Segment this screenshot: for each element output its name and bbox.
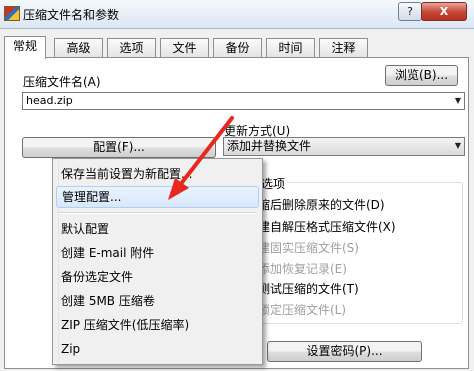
dropdown-arrow-icon: ▼: [454, 96, 461, 105]
archive-name-combo[interactable]: head.zip ▼: [22, 92, 465, 110]
tab-comment[interactable]: 注释: [319, 38, 368, 58]
tab-backup[interactable]: 备份: [213, 38, 262, 58]
tab-time[interactable]: 时间: [266, 38, 315, 58]
close-button[interactable]: X: [421, 2, 467, 21]
help-button[interactable]: ?: [398, 2, 422, 21]
tab-strip: 常规 高级 选项 文件 备份 时间 注释: [4, 36, 470, 59]
tab-advanced[interactable]: 高级: [54, 38, 103, 58]
update-mode-select[interactable]: 添加并替换文件 ▼: [223, 137, 465, 156]
option-test-files[interactable]: 测试压缩的文件(T): [258, 280, 359, 297]
menu-item-backup-selected[interactable]: 备份选定文件: [56, 266, 259, 288]
option-recovery-record[interactable]: 添加恢复记录(E): [258, 260, 347, 277]
menu-separator: [59, 212, 256, 214]
menu-item-save-profile[interactable]: 保存当前设置为新配置...: [56, 163, 259, 185]
tab-options[interactable]: 选项: [107, 38, 156, 58]
winrar-icon: [4, 6, 20, 21]
options-group-label: 选项: [259, 175, 288, 192]
archive-name-value: head.zip: [26, 94, 73, 107]
tab-general[interactable]: 常规: [4, 36, 46, 59]
option-create-sfx[interactable]: 建自解压格式压缩文件(X): [258, 218, 396, 235]
archive-name-label: 压缩文件名(A): [23, 75, 101, 89]
menu-item-manage-profiles[interactable]: 管理配置...: [56, 186, 259, 208]
profiles-button[interactable]: 配置(F)...: [22, 137, 216, 158]
dropdown-arrow-icon: ▼: [454, 141, 461, 150]
update-mode-value: 添加并替换文件: [227, 139, 312, 153]
option-delete-after[interactable]: 缩后删除原来的文件(D): [258, 196, 385, 213]
menu-item-email-attachment[interactable]: 创建 E-mail 附件: [56, 242, 259, 264]
option-lock-archive[interactable]: 锁定压缩文件(L): [258, 301, 346, 318]
window-title: 压缩文件名和参数: [23, 8, 120, 22]
menu-item-zip[interactable]: Zip: [56, 338, 259, 360]
menu-item-zip-low[interactable]: ZIP 压缩文件(低压缩率): [56, 314, 259, 336]
set-password-button[interactable]: 设置密码(P)...: [267, 341, 422, 362]
menu-item-5mb-volumes[interactable]: 创建 5MB 压缩卷: [56, 290, 259, 312]
browse-button[interactable]: 浏览(B)...: [385, 65, 458, 86]
profiles-menu: 保存当前设置为新配置... 管理配置... 默认配置 创建 E-mail 附件 …: [52, 158, 263, 365]
tab-files[interactable]: 文件: [160, 38, 209, 58]
option-solid-archive[interactable]: 建固实压缩文件(S): [258, 239, 359, 256]
menu-item-default-profile[interactable]: 默认配置: [56, 218, 259, 240]
title-bar: 压缩文件名和参数 ? X: [0, 0, 474, 29]
